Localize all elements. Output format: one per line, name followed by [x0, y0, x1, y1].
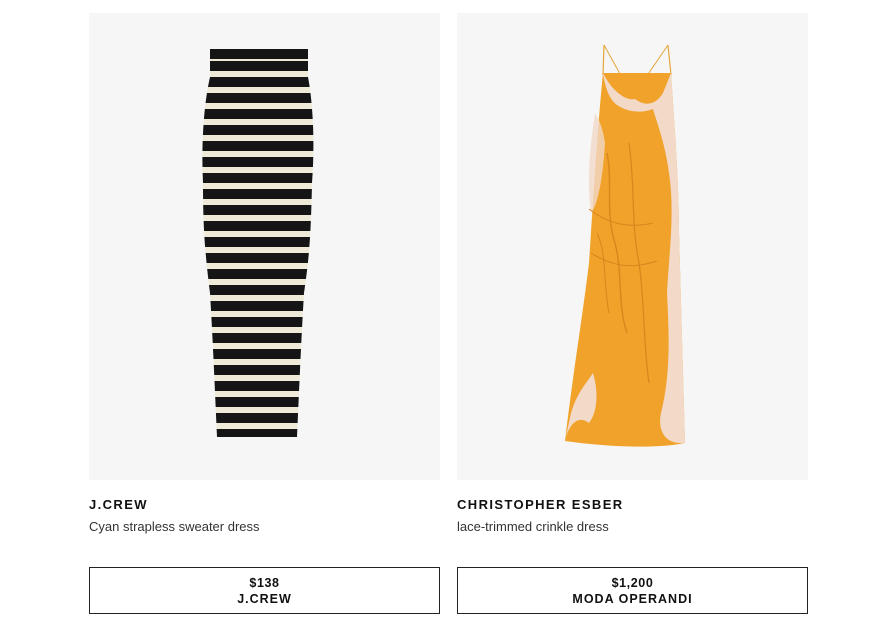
retailer-name: MODA OPERANDI [572, 591, 693, 606]
striped-dress-image [202, 49, 314, 437]
product-name[interactable]: Cyan strapless sweater dress [89, 519, 440, 535]
product-image[interactable] [89, 13, 440, 480]
retailer-name: J.CREW [237, 591, 292, 606]
product-brand[interactable]: J.CREW [89, 497, 440, 513]
product-image[interactable] [457, 13, 808, 480]
price-button[interactable]: $138 J.CREW [89, 567, 440, 614]
product-price: $138 [249, 575, 280, 590]
orange-slip-dress-image [565, 44, 685, 447]
product-card[interactable]: CHRISTOPHER ESBER lace-trimmed crinkle d… [457, 13, 808, 614]
product-price: $1,200 [611, 575, 654, 590]
price-button[interactable]: $1,200 MODA OPERANDI [457, 567, 808, 614]
product-brand[interactable]: CHRISTOPHER ESBER [457, 497, 808, 513]
product-name[interactable]: lace-trimmed crinkle dress [457, 519, 808, 535]
product-card[interactable]: J.CREW Cyan strapless sweater dress $138… [89, 13, 440, 614]
